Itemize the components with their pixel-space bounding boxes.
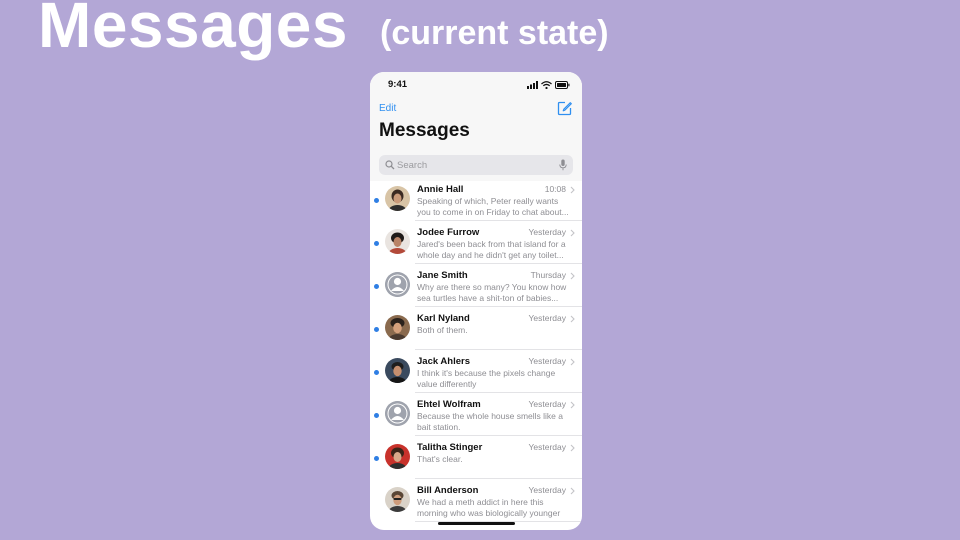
status-bar: 9:41: [370, 72, 582, 98]
contact-name: Talitha Stinger: [417, 442, 483, 453]
unread-dot: [374, 241, 379, 246]
message-preview: Speaking of which, Peter really wants yo…: [417, 196, 569, 217]
edit-button[interactable]: Edit: [379, 103, 396, 114]
home-indicator[interactable]: [438, 522, 515, 525]
chevron-right-icon: [570, 444, 575, 452]
slide-subtitle: (current state): [380, 14, 609, 52]
slide-title: Messages: [38, 0, 348, 61]
conversation-row[interactable]: Ehtel Wolfram Yesterday Because the whol…: [370, 393, 582, 436]
search-bar[interactable]: [379, 155, 573, 175]
status-icons: [527, 80, 570, 89]
conversation-row[interactable]: Annie Hall 10:08 Speaking of which, Pete…: [370, 178, 582, 221]
conversation-row[interactable]: Karl Nyland Yesterday Both of them.: [370, 307, 582, 350]
message-time: Thursday: [530, 270, 566, 280]
unread-dot: [374, 327, 379, 332]
unread-dot: [374, 370, 379, 375]
conversation-row[interactable]: Bill Anderson Yesterday We had a meth ad…: [370, 479, 582, 522]
unread-dot: [374, 198, 379, 203]
message-time: Yesterday: [528, 442, 567, 452]
signal-icon: [527, 80, 538, 89]
avatar: [385, 444, 410, 469]
avatar: [385, 229, 410, 254]
message-preview: Why are there so many? You know how sea …: [417, 282, 567, 303]
message-time: Yesterday: [528, 227, 567, 237]
contact-name: Jodee Furrow: [417, 227, 480, 238]
conversation-row[interactable]: Talitha Stinger Yesterday That's clear.: [370, 436, 582, 479]
message-preview: We had a meth addict in here this mornin…: [417, 497, 561, 518]
avatar: [385, 315, 410, 340]
message-preview: Both of them.: [417, 325, 468, 335]
status-time: 9:41: [388, 79, 408, 90]
unread-dot: [374, 456, 379, 461]
search-icon: [385, 160, 395, 170]
avatar: [385, 358, 410, 383]
contact-name: Ehtel Wolfram: [417, 399, 481, 410]
chevron-right-icon: [570, 229, 575, 237]
conversation-row[interactable]: Jodee Furrow Yesterday Jared's been back…: [370, 221, 582, 264]
unread-dot: [374, 413, 379, 418]
message-time: 10:08: [544, 184, 566, 194]
message-preview: Jared's been back from that island for a…: [417, 239, 566, 260]
chevron-right-icon: [570, 401, 575, 409]
message-time: Yesterday: [528, 313, 567, 323]
compose-icon[interactable]: [557, 101, 572, 116]
avatar: [385, 487, 410, 512]
page-title: Messages: [379, 120, 470, 141]
search-input[interactable]: [397, 158, 547, 172]
avatar-placeholder-icon: [385, 401, 410, 426]
message-preview: That's clear.: [417, 454, 463, 464]
unread-dot: [374, 284, 379, 289]
chevron-right-icon: [570, 272, 575, 280]
message-preview: I think it's because the pixels change v…: [417, 368, 556, 389]
conversation-row[interactable]: Jack Ahlers Yesterday I think it's becau…: [370, 350, 582, 393]
message-time: Yesterday: [528, 485, 567, 495]
message-time: Yesterday: [528, 356, 567, 366]
conversation-row[interactable]: Jane Smith Thursday Why are there so man…: [370, 264, 582, 307]
chevron-right-icon: [570, 186, 575, 194]
microphone-icon[interactable]: [559, 159, 567, 171]
wifi-icon: [541, 80, 552, 89]
conversation-list: Annie Hall 10:08 Speaking of which, Pete…: [370, 178, 582, 522]
message-time: Yesterday: [528, 399, 567, 409]
avatar-placeholder-icon: [385, 272, 410, 297]
contact-name: Annie Hall: [417, 184, 464, 195]
chevron-right-icon: [570, 315, 575, 323]
contact-name: Jane Smith: [417, 270, 468, 281]
chevron-right-icon: [570, 487, 575, 495]
phone-screen: 9:41 Edit Messages Search Annie Hall 10:…: [370, 72, 582, 530]
avatar: [385, 186, 410, 211]
battery-icon: [555, 80, 570, 89]
message-preview: Because the whole house smells like a ba…: [417, 411, 563, 432]
contact-name: Karl Nyland: [417, 313, 470, 324]
navigation-bar: Edit Messages: [370, 98, 582, 181]
contact-name: Jack Ahlers: [417, 356, 470, 367]
contact-name: Bill Anderson: [417, 485, 479, 496]
chevron-right-icon: [570, 358, 575, 366]
